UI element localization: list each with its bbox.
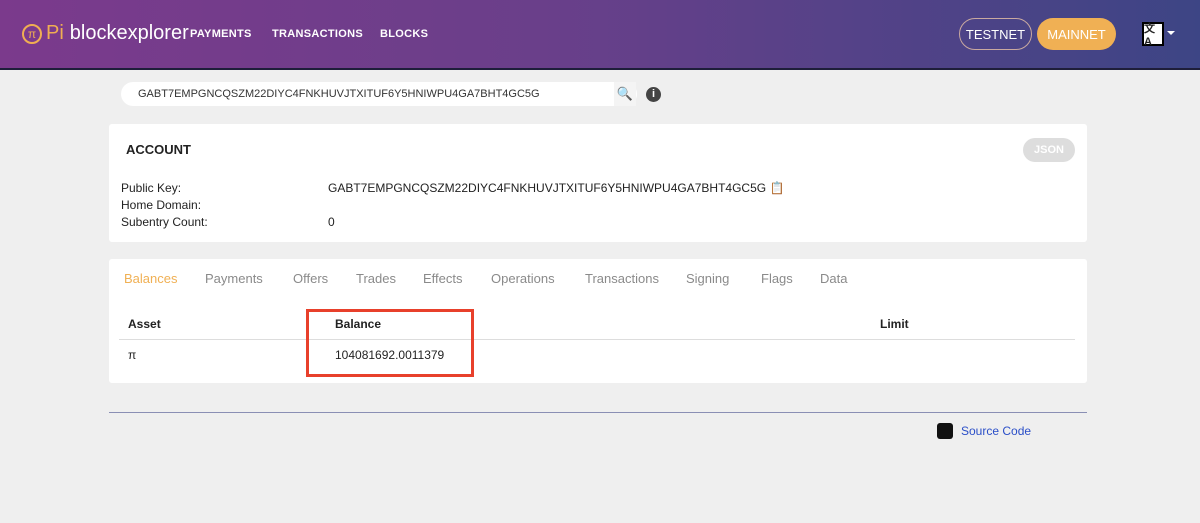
account-card: ACCOUNT JSON Public Key: GABT7EMPGNCQSZM… [109,124,1087,242]
copy-icon[interactable]: 📋 [769,181,784,195]
balances-card: Balances Payments Offers Trades Effects … [109,259,1087,383]
mainnet-button[interactable]: MAINNET [1037,18,1116,50]
tab-data[interactable]: Data [820,271,847,286]
tab-offers[interactable]: Offers [293,271,328,286]
top-nav: π Pi blockexplorer PAYMENTS TRANSACTIONS B… [0,0,1200,70]
footer-divider [109,412,1087,413]
tab-balances[interactable]: Balances [124,271,177,286]
chevron-down-icon[interactable] [1167,31,1175,39]
highlight-box [306,309,474,377]
tab-signing[interactable]: Signing [686,271,729,286]
nav-payments[interactable]: PAYMENTS [190,28,252,40]
tab-effects[interactable]: Effects [423,271,463,286]
json-button[interactable]: JSON [1023,138,1075,162]
public-key-label: Public Key: [121,181,182,195]
language-icon[interactable]: 文A [1142,22,1164,48]
home-domain-label: Home Domain: [121,198,202,212]
tab-trades[interactable]: Trades [356,271,396,286]
logo[interactable]: π Pi blockexplorer [22,22,189,45]
source-code-link[interactable]: Source Code [937,423,1031,439]
testnet-button[interactable]: TESTNET [959,18,1032,50]
search-input[interactable]: GABT7EMPGNCQSZM22DIYC4FNKHUVJTXITUF6Y5HN… [121,82,637,106]
subentry-count-value: 0 [328,215,335,229]
subentry-count-label: Subentry Count: [121,215,208,229]
nav-blocks[interactable]: BLOCKS [380,28,428,40]
pi-coin-icon: π [22,23,42,44]
info-icon[interactable]: i [646,87,661,102]
tab-flags[interactable]: Flags [761,271,793,286]
divider [119,339,1075,340]
header-asset: Asset [128,317,161,331]
account-title: ACCOUNT [126,142,191,157]
tab-operations[interactable]: Operations [491,271,555,286]
github-icon [937,423,953,439]
header-limit: Limit [880,317,909,331]
tab-transactions[interactable]: Transactions [585,271,659,286]
public-key-value: GABT7EMPGNCQSZM22DIYC4FNKHUVJTXITUF6Y5HN… [328,181,785,195]
tab-payments[interactable]: Payments [205,271,263,286]
nav-transactions[interactable]: TRANSACTIONS [272,28,363,40]
search-icon[interactable]: 🔍 [614,82,636,106]
asset-cell: π [128,348,137,362]
